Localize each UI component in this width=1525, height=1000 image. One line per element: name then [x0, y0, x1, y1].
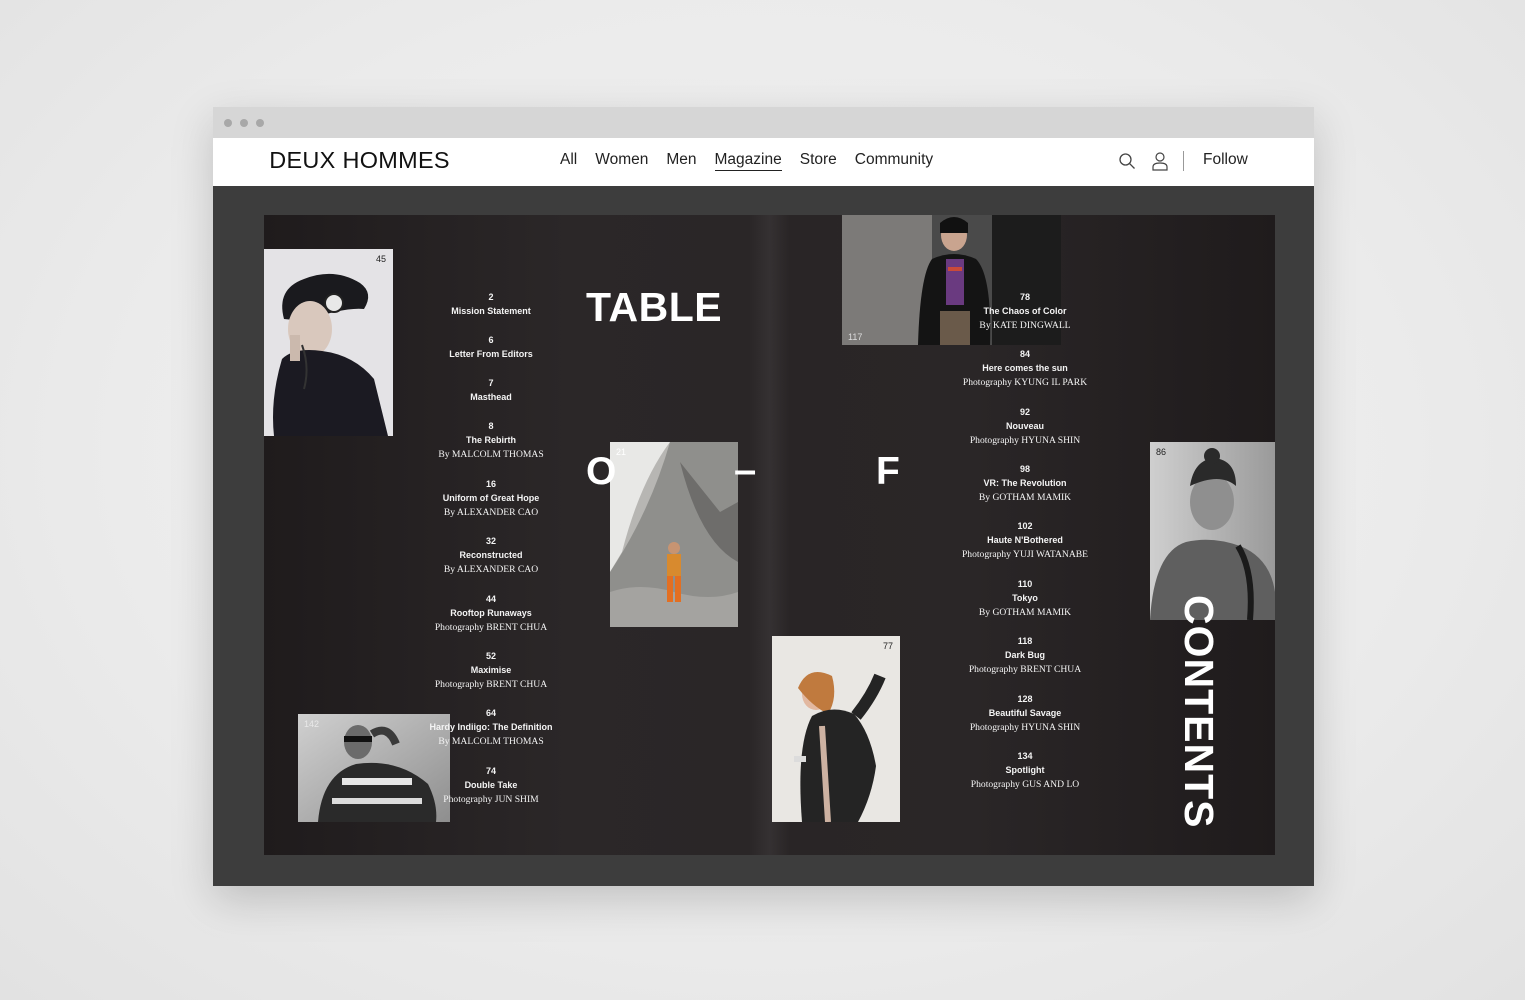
toc-entry[interactable]: 118 Dark Bug Photography BRENT CHUA — [925, 634, 1125, 677]
window-titlebar — [213, 107, 1314, 138]
toc-entry[interactable]: 110 Tokyo By GOTHAM MAMIK — [925, 577, 1125, 620]
nav-item-all[interactable]: All — [560, 151, 577, 171]
nav-item-women[interactable]: Women — [595, 151, 648, 171]
toc-entry[interactable]: 7 Masthead — [391, 376, 591, 405]
page-number-label: 117 — [848, 332, 863, 342]
window-dot-close[interactable] — [224, 119, 232, 127]
toc-entry[interactable]: 134 Spotlight Photography GUS AND LO — [925, 749, 1125, 792]
nav-item-magazine[interactable]: Magazine — [714, 151, 782, 171]
toc-entry[interactable]: 2 Mission Statement — [391, 290, 591, 319]
toc-entry[interactable]: 98 VR: The Revolution By GOTHAM MAMIK — [925, 462, 1125, 505]
toc-entry[interactable]: 16 Uniform of Great Hope By ALEXANDER CAO — [391, 477, 591, 520]
window-dot-minimize[interactable] — [240, 119, 248, 127]
toc-entry[interactable]: 6 Letter From Editors — [391, 333, 591, 362]
toc-entry[interactable]: 84 Here comes the sun Photography KYUNG IL… — [925, 347, 1125, 390]
page-number-label: 21 — [616, 447, 627, 457]
page-number-label: 142 — [304, 719, 320, 729]
toc-entry[interactable]: 78 The Chaos of Color By KATE DINGWALL — [925, 290, 1125, 333]
heading-table: TABLE — [586, 284, 723, 330]
toc-entry[interactable]: 128 Beautiful Savage Photography HYUNA SHI… — [925, 692, 1125, 735]
browser-window: DEUX HOMMES All Women Men Magazine Store… — [213, 107, 1314, 886]
nav-item-men[interactable]: Men — [666, 151, 696, 171]
follow-button[interactable]: Follow — [1203, 151, 1248, 169]
page-number-label: 77 — [882, 641, 893, 651]
page-number-label: 45 — [375, 254, 386, 264]
toc-entry[interactable]: 32 Reconstructed By ALEXANDER CAO — [391, 534, 591, 577]
nav-item-store[interactable]: Store — [800, 151, 837, 171]
toc-entry[interactable]: 92 Nouveau Photography HYUNA SHIN — [925, 405, 1125, 448]
nav-item-community[interactable]: Community — [855, 151, 933, 171]
heading-dash: – — [734, 448, 757, 492]
toc-entry[interactable]: 52 Maximise Photography BRENT CHUA — [391, 649, 591, 692]
toc-entry[interactable]: 102 Haute N'Bothered Photography YUJI WATA… — [925, 519, 1125, 562]
page-number-label: 86 — [1156, 447, 1167, 457]
toc-entry[interactable]: 44 Rooftop Runaways Photography BRENT CHUA — [391, 592, 591, 635]
heading-f: F — [876, 450, 900, 493]
heading-contents: CONTENTS — [1176, 595, 1222, 829]
site-header: DEUX HOMMES All Women Men Magazine Store… — [213, 138, 1314, 186]
magazine-spread: 45 142 21 117 77 86 TABLE O – F CONTENTS… — [264, 215, 1275, 855]
toc-entry[interactable]: 8 The Rebirth By MALCOLM THOMAS — [391, 419, 591, 462]
photo-page-77[interactable]: 77 — [772, 636, 900, 822]
toc-entry[interactable]: 74 Double Take Photography JUN SHIM — [391, 764, 591, 807]
photo-page-86[interactable]: 86 — [1150, 442, 1275, 620]
window-dot-maximize[interactable] — [256, 119, 264, 127]
toc-right-column: 78 The Chaos of Color By KATE DINGWALL 84 H… — [925, 290, 1125, 810]
search-icon[interactable] — [1118, 152, 1136, 170]
user-icon[interactable] — [1151, 151, 1169, 171]
toc-entry[interactable]: 64 Hardy Indiigo: The Definition By MALCOL… — [391, 706, 591, 749]
main-nav: All Women Men Magazine Store Community — [560, 151, 933, 171]
photo-page-21[interactable]: 21 — [610, 442, 738, 627]
photo-page-45[interactable]: 45 — [264, 249, 393, 436]
brand-logo[interactable]: DEUX HOMMES — [269, 148, 450, 172]
header-divider — [1183, 151, 1184, 171]
toc-left-column: 2 Mission Statement 6 Letter From Editors … — [391, 290, 591, 810]
